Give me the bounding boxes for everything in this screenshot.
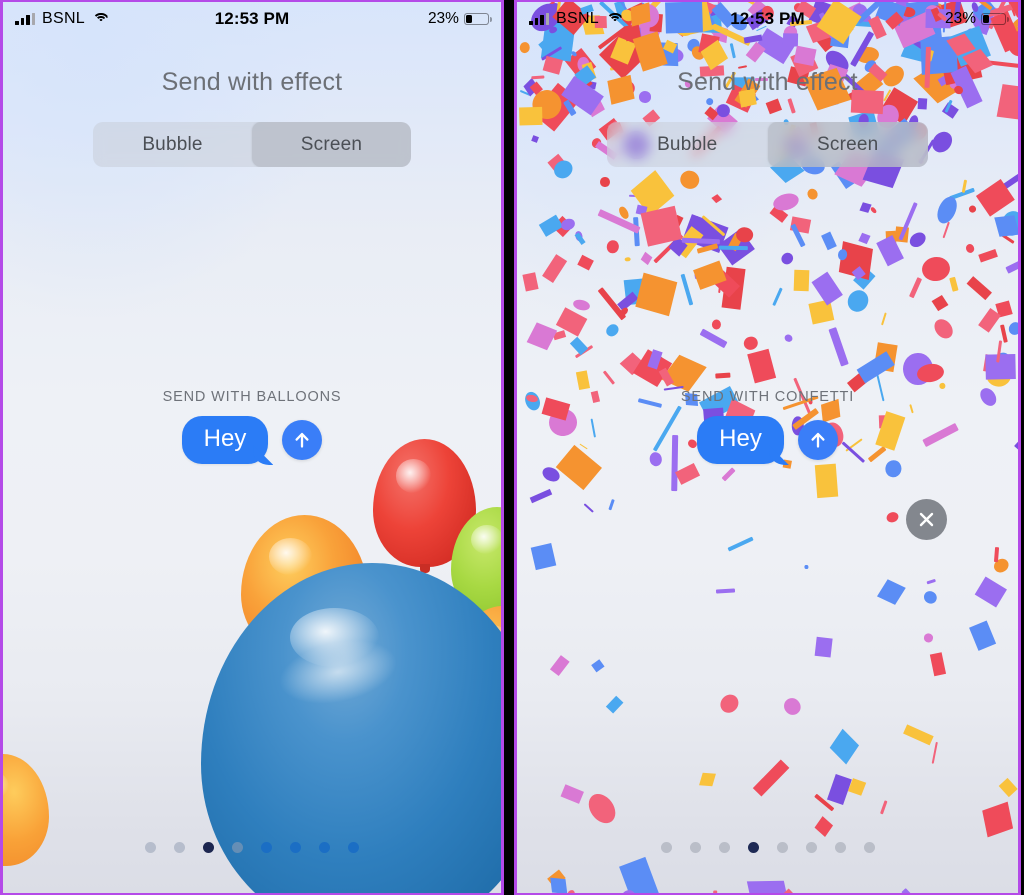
send-arrow-up-icon (811, 432, 825, 448)
page-dot[interactable] (174, 842, 185, 853)
battery-percent-label: 23% (944, 10, 976, 27)
segment-bubble[interactable]: Bubble (93, 122, 252, 167)
effect-mode-segmented-control[interactable]: Bubble Screen (93, 122, 411, 167)
wifi-icon (606, 12, 623, 26)
page-dot[interactable] (834, 842, 846, 853)
page-dot-active[interactable] (203, 842, 214, 853)
status-bar-left: BSNL (529, 10, 686, 28)
comparison-stage: BSNL 12:53 PM 23% Send with effect Bubbl… (0, 0, 1024, 895)
phone-panel-confetti: BSNL 12:53 PM 23% Send with effect Bubbl… (514, 0, 1021, 895)
battery-percent-label: 23% (427, 10, 459, 27)
close-effect-button[interactable] (390, 499, 431, 540)
message-preview-row: Hey (3, 410, 501, 470)
page-dot[interactable] (660, 842, 672, 853)
page-title: Send with effect (677, 68, 858, 96)
effect-name-label: SEND WITH BALLOONS (162, 389, 342, 405)
status-bar-right: 23% (333, 10, 492, 28)
effect-mode-segmented-control-wrap: Bubble Screen (607, 122, 928, 167)
battery-icon (980, 12, 1009, 26)
segment-screen[interactable]: Screen (252, 122, 411, 167)
clock-label: 12:53 PM (730, 9, 805, 28)
page-dot[interactable] (290, 842, 301, 853)
send-arrow-up-icon (295, 432, 309, 448)
close-x-icon (919, 512, 933, 527)
page-dot[interactable] (863, 842, 875, 853)
page-dot[interactable] (776, 842, 788, 853)
page-dot[interactable] (348, 842, 359, 853)
message-bubble[interactable]: Hey (181, 416, 269, 464)
message-preview-row: Hey (517, 410, 1018, 470)
phone-panel-balloons: BSNL 12:53 PM 23% Send with effect Bubbl… (0, 0, 504, 895)
segment-screen[interactable]: Screen (767, 122, 928, 167)
effect-name-label: SEND WITH CONFETTI (680, 389, 855, 405)
status-bar: BSNL 12:53 PM 23% (517, 2, 1018, 36)
close-x-icon (403, 512, 418, 527)
page-indicator[interactable] (3, 842, 501, 853)
page-dot[interactable] (232, 842, 243, 853)
wifi-icon (92, 12, 109, 26)
page-indicator[interactable] (517, 842, 1018, 853)
carrier-label: BSNL (42, 10, 85, 27)
page-dot[interactable] (261, 842, 272, 853)
effect-mode-segmented-control[interactable]: Bubble Screen (607, 122, 928, 167)
close-effect-button[interactable] (905, 499, 947, 540)
page-dot[interactable] (718, 842, 730, 853)
page-dot[interactable] (319, 842, 330, 853)
status-bar: BSNL 12:53 PM 23% (3, 2, 501, 36)
send-button[interactable] (282, 420, 323, 460)
page-dot[interactable] (145, 842, 156, 853)
status-bar-left: BSNL (15, 10, 171, 28)
carrier-label: BSNL (556, 10, 599, 27)
battery-icon (463, 12, 492, 26)
cellular-bars-icon (15, 13, 35, 25)
cellular-bars-icon (529, 13, 549, 25)
status-bar-right: 23% (849, 10, 1009, 28)
send-button[interactable] (797, 420, 838, 460)
page-title: Send with effect (161, 68, 343, 96)
effect-mode-segmented-control-wrap: Bubble Screen (93, 122, 411, 167)
clock-label: 12:53 PM (214, 9, 290, 28)
page-dot[interactable] (805, 842, 817, 853)
page-dot-active[interactable] (747, 842, 759, 853)
segment-bubble[interactable]: Bubble (607, 122, 768, 167)
message-bubble[interactable]: Hey (697, 416, 784, 464)
page-dot[interactable] (689, 842, 701, 853)
